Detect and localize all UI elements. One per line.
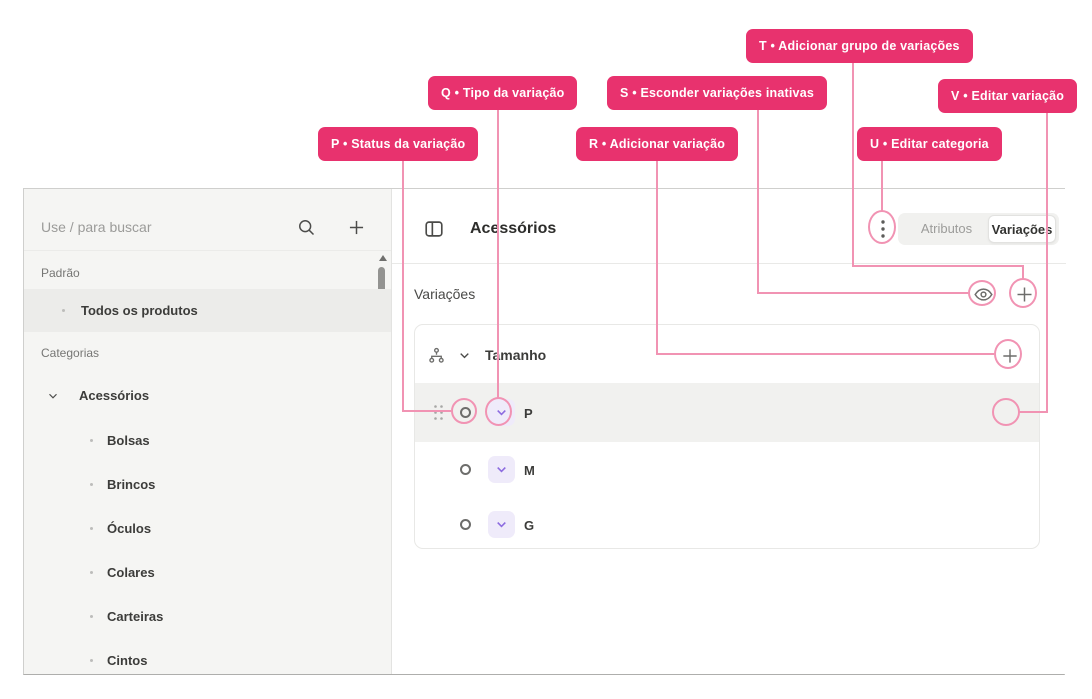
annotation-ellipse-eye <box>968 280 996 306</box>
sidebar-item-carteiras[interactable]: Carteiras <box>24 595 391 638</box>
connector-q <box>497 110 499 398</box>
shortcut-label-t: T • Adicionar grupo de variações <box>746 29 973 63</box>
annotation-ellipse-type <box>485 397 512 426</box>
bullet-icon <box>62 309 65 312</box>
search-input[interactable]: Use / para buscar <box>41 219 152 235</box>
annotation-ellipse-add-variation <box>994 339 1022 369</box>
bullet-icon <box>90 483 93 486</box>
variation-row-m[interactable]: M <box>415 442 1039 499</box>
chevron-down-icon[interactable] <box>47 390 59 402</box>
variation-row-g[interactable]: G <box>415 499 1039 549</box>
variation-label: G <box>524 518 534 533</box>
bullet-icon <box>90 571 93 574</box>
annotation-ellipse-status <box>451 398 477 424</box>
connector-t <box>852 63 854 267</box>
bullet-icon <box>90 527 93 530</box>
sidebar-item-oculos[interactable]: Óculos <box>24 507 391 550</box>
sidebar-item-cintos[interactable]: Cintos <box>24 639 391 682</box>
shortcut-label-q: Q • Tipo da variação <box>428 76 577 110</box>
variation-label: M <box>524 463 535 478</box>
shortcut-label-u: U • Editar categoria <box>857 127 1002 161</box>
main-panel: Acessórios Atributos Variações Variações <box>392 189 1066 674</box>
annotation-ellipse-add-group <box>1009 278 1037 308</box>
connector-r <box>656 161 658 354</box>
chevron-down-icon[interactable] <box>458 349 471 362</box>
connector-t <box>1022 265 1024 279</box>
sidebar-section-categorias: Categorias <box>41 346 99 360</box>
connector-t <box>852 265 1024 267</box>
tab-group: Atributos Variações <box>898 213 1059 245</box>
connector-v <box>1046 113 1048 413</box>
status-ring-icon[interactable] <box>460 464 471 475</box>
connector-r <box>656 353 994 355</box>
variation-type-badge[interactable] <box>488 456 515 483</box>
tab-atributos[interactable]: Atributos <box>904 213 989 245</box>
drag-handle-icon[interactable] <box>432 404 445 421</box>
group-name: Tamanho <box>485 347 546 363</box>
sidebar-item-todos-os-produtos[interactable]: Todos os produtos <box>24 289 391 332</box>
page-title: Acessórios <box>470 220 556 238</box>
connector-s <box>757 110 759 293</box>
sidebar-item-colares[interactable]: Colares <box>24 551 391 594</box>
bullet-icon <box>90 659 93 662</box>
shortcut-label-p: P • Status da variação <box>318 127 478 161</box>
status-ring-icon[interactable] <box>460 519 471 530</box>
search-bar[interactable]: Use / para buscar <box>24 189 391 251</box>
app-window: Use / para buscar Padrão Todos os produt… <box>23 188 1065 675</box>
scroll-up-arrow-icon[interactable] <box>379 255 387 261</box>
shortcut-label-v: V • Editar variação <box>938 79 1077 113</box>
bullet-icon <box>90 615 93 618</box>
header-divider <box>392 263 1066 264</box>
sidebar-item-brincos[interactable]: Brincos <box>24 463 391 506</box>
hierarchy-icon <box>427 346 446 365</box>
shortcut-label-s: S • Esconder variações inativas <box>607 76 827 110</box>
add-item-icon[interactable] <box>346 217 367 238</box>
connector-u <box>881 161 883 211</box>
annotation-ellipse-kebab <box>868 210 896 244</box>
screenshot: Use / para buscar Padrão Todos os produt… <box>0 0 1092 699</box>
variation-label: P <box>524 406 533 421</box>
search-icon[interactable] <box>296 217 317 238</box>
sidebar: Use / para buscar Padrão Todos os produt… <box>24 189 392 674</box>
connector-p <box>402 410 451 412</box>
variations-card: Tamanho P <box>414 324 1040 549</box>
sidebar-item-acessorios[interactable]: Acessórios <box>24 374 391 417</box>
sidebar-section-padrao: Padrão <box>41 266 80 280</box>
sidebar-item-bolsas[interactable]: Bolsas <box>24 419 391 462</box>
shortcut-label-r: R • Adicionar variação <box>576 127 738 161</box>
connector-p <box>402 161 404 411</box>
variation-type-badge[interactable] <box>488 511 515 538</box>
section-title: Variações <box>414 286 475 302</box>
annotation-ellipse-pencil <box>992 398 1020 426</box>
connector-s <box>757 292 968 294</box>
panel-left-icon[interactable] <box>423 218 445 240</box>
connector-v <box>1019 411 1046 413</box>
bullet-icon <box>90 439 93 442</box>
